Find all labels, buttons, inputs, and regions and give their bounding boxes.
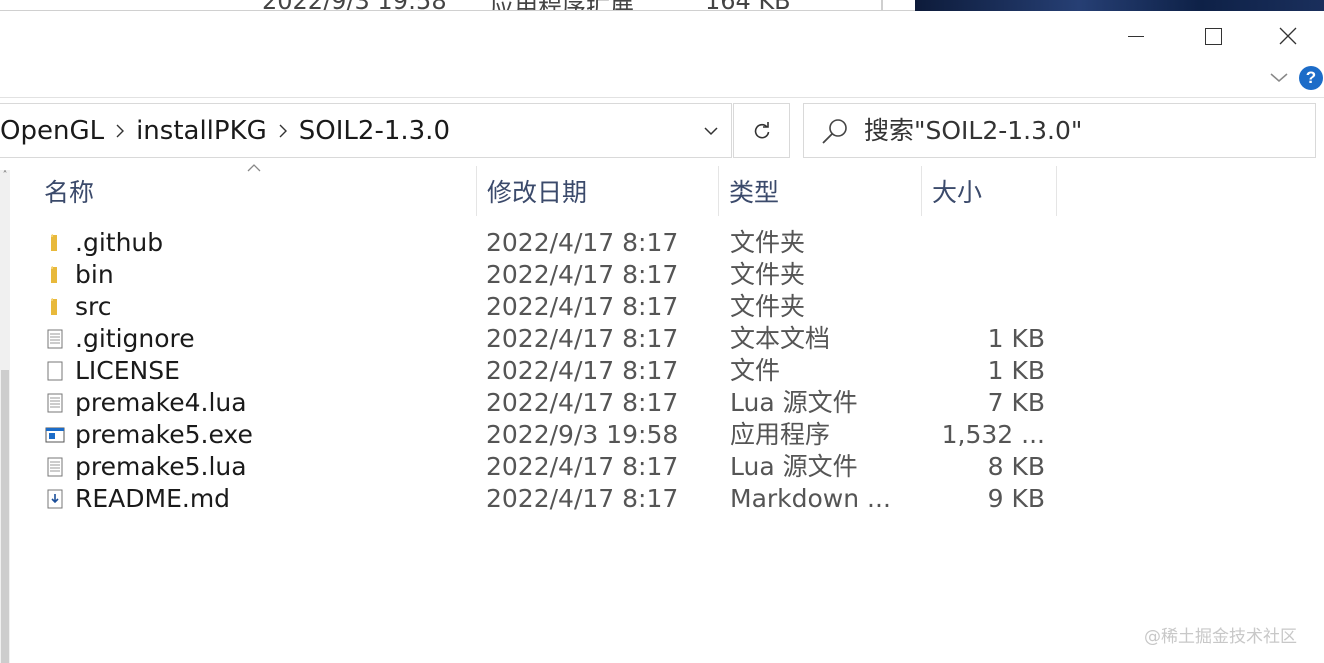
file-date: 2022/4/17 8:17 xyxy=(486,356,679,385)
file-name: bin xyxy=(75,260,114,289)
search-input[interactable] xyxy=(864,116,1284,145)
file-name: .github xyxy=(75,228,164,257)
exe-icon xyxy=(45,427,65,443)
file-name: README.md xyxy=(75,484,231,513)
file-size: 8 KB xyxy=(987,452,1045,481)
file-name: premake4.lua xyxy=(75,388,247,417)
chevron-down-icon xyxy=(1270,73,1288,82)
file-type: 文件夹 xyxy=(730,228,806,257)
file-type: Lua 源文件 xyxy=(730,452,858,481)
file-type: 应用程序 xyxy=(730,420,831,449)
close-icon xyxy=(1279,27,1297,45)
file-date: 2022/4/17 8:17 xyxy=(486,452,679,481)
file-name: premake5.lua xyxy=(75,452,247,481)
file-type: Markdown ... xyxy=(730,484,891,513)
background-type: 应用程序扩展 xyxy=(490,0,634,10)
background-window-strip: 2022/9/3 19:58 应用程序扩展 164 KB xyxy=(0,0,915,11)
file-date: 2022/4/17 8:17 xyxy=(486,292,679,321)
scroll-up-icon[interactable]: ˄ xyxy=(0,170,10,186)
file-row[interactable]: .gitignore 2022/4/17 8:17 文本文档 1 KB xyxy=(0,323,1324,355)
file-date: 2022/4/17 8:17 xyxy=(486,260,679,289)
markdown-file-icon xyxy=(47,489,63,509)
refresh-icon xyxy=(754,121,769,138)
file-name: .gitignore xyxy=(75,324,195,353)
file-size: 9 KB xyxy=(987,484,1045,513)
chevron-down-icon xyxy=(704,126,718,135)
file-date: 2022/4/17 8:17 xyxy=(486,228,679,257)
breadcrumb-installpkg[interactable]: installPKG xyxy=(134,116,269,146)
maximize-button[interactable] xyxy=(1195,22,1231,50)
watermark: @稀土掘金技术社区 xyxy=(1144,627,1297,647)
file-date: 2022/4/17 8:17 xyxy=(486,324,679,353)
refresh-button[interactable] xyxy=(733,103,790,158)
file-row[interactable]: LICENSE 2022/4/17 8:17 文件 1 KB xyxy=(0,355,1324,387)
text-file-icon xyxy=(47,457,63,477)
file-name: premake5.exe xyxy=(75,420,253,449)
text-file-icon xyxy=(47,393,63,413)
file-size: 7 KB xyxy=(987,388,1045,417)
address-bar[interactable]: OpenGL installPKG SOIL2-1.3.0 xyxy=(0,103,732,158)
file-list: .github 2022/4/17 8:17 文件夹 bin 2022/4/17… xyxy=(0,227,1324,515)
address-history-dropdown[interactable] xyxy=(691,104,731,157)
search-box[interactable] xyxy=(803,103,1316,158)
file-row[interactable]: src 2022/4/17 8:17 文件夹 xyxy=(0,291,1324,323)
file-size: 1 KB xyxy=(987,356,1045,385)
folder-icon xyxy=(51,298,57,315)
help-icon[interactable]: ? xyxy=(1299,66,1323,90)
file-row[interactable]: README.md 2022/4/17 8:17 Markdown ... 9 … xyxy=(0,483,1324,515)
file-name: LICENSE xyxy=(75,356,180,385)
breadcrumb-opengl[interactable]: OpenGL xyxy=(0,116,106,146)
file-date: 2022/9/3 19:58 xyxy=(486,420,679,449)
folder-icon xyxy=(51,266,57,283)
file-row[interactable]: bin 2022/4/17 8:17 文件夹 xyxy=(0,259,1324,291)
minimize-button[interactable] xyxy=(1118,22,1154,50)
file-type: Lua 源文件 xyxy=(730,388,858,417)
file-type: 文件夹 xyxy=(730,292,806,321)
file-size: 1,532 ... xyxy=(941,420,1045,449)
chevron-right-icon[interactable] xyxy=(269,124,297,138)
blank-file-icon xyxy=(47,361,63,381)
background-size: 164 KB xyxy=(705,0,791,10)
column-header-name[interactable]: 名称 xyxy=(34,166,475,216)
chevron-right-icon[interactable] xyxy=(106,124,134,138)
file-type: 文件夹 xyxy=(730,260,806,289)
expand-ribbon-button[interactable] xyxy=(1268,68,1290,86)
file-date: 2022/4/17 8:17 xyxy=(486,484,679,513)
close-button[interactable] xyxy=(1270,22,1306,50)
breadcrumb-soil2[interactable]: SOIL2-1.3.0 xyxy=(297,116,452,146)
column-header-date[interactable]: 修改日期 xyxy=(476,166,718,216)
file-name: src xyxy=(75,292,112,321)
file-date: 2022/4/17 8:17 xyxy=(486,388,679,417)
file-row[interactable]: premake5.lua 2022/4/17 8:17 Lua 源文件 8 KB xyxy=(0,451,1324,483)
file-row[interactable]: premake4.lua 2022/4/17 8:17 Lua 源文件 7 KB xyxy=(0,387,1324,419)
file-row[interactable]: .github 2022/4/17 8:17 文件夹 xyxy=(0,227,1324,259)
folder-icon xyxy=(51,234,57,251)
text-file-icon xyxy=(47,329,63,349)
file-size: 1 KB xyxy=(987,324,1045,353)
column-header-size[interactable]: 大小 xyxy=(921,166,1057,216)
desktop-wallpaper xyxy=(915,0,1324,11)
background-date: 2022/9/3 19:58 xyxy=(262,0,447,10)
file-type: 文本文档 xyxy=(730,324,831,353)
file-type: 文件 xyxy=(730,356,781,385)
search-icon xyxy=(822,118,847,144)
background-divider xyxy=(881,0,883,11)
column-header-type[interactable]: 类型 xyxy=(718,166,921,216)
ribbon-divider xyxy=(0,97,1324,98)
file-row[interactable]: premake5.exe 2022/9/3 19:58 应用程序 1,532 .… xyxy=(0,419,1324,451)
